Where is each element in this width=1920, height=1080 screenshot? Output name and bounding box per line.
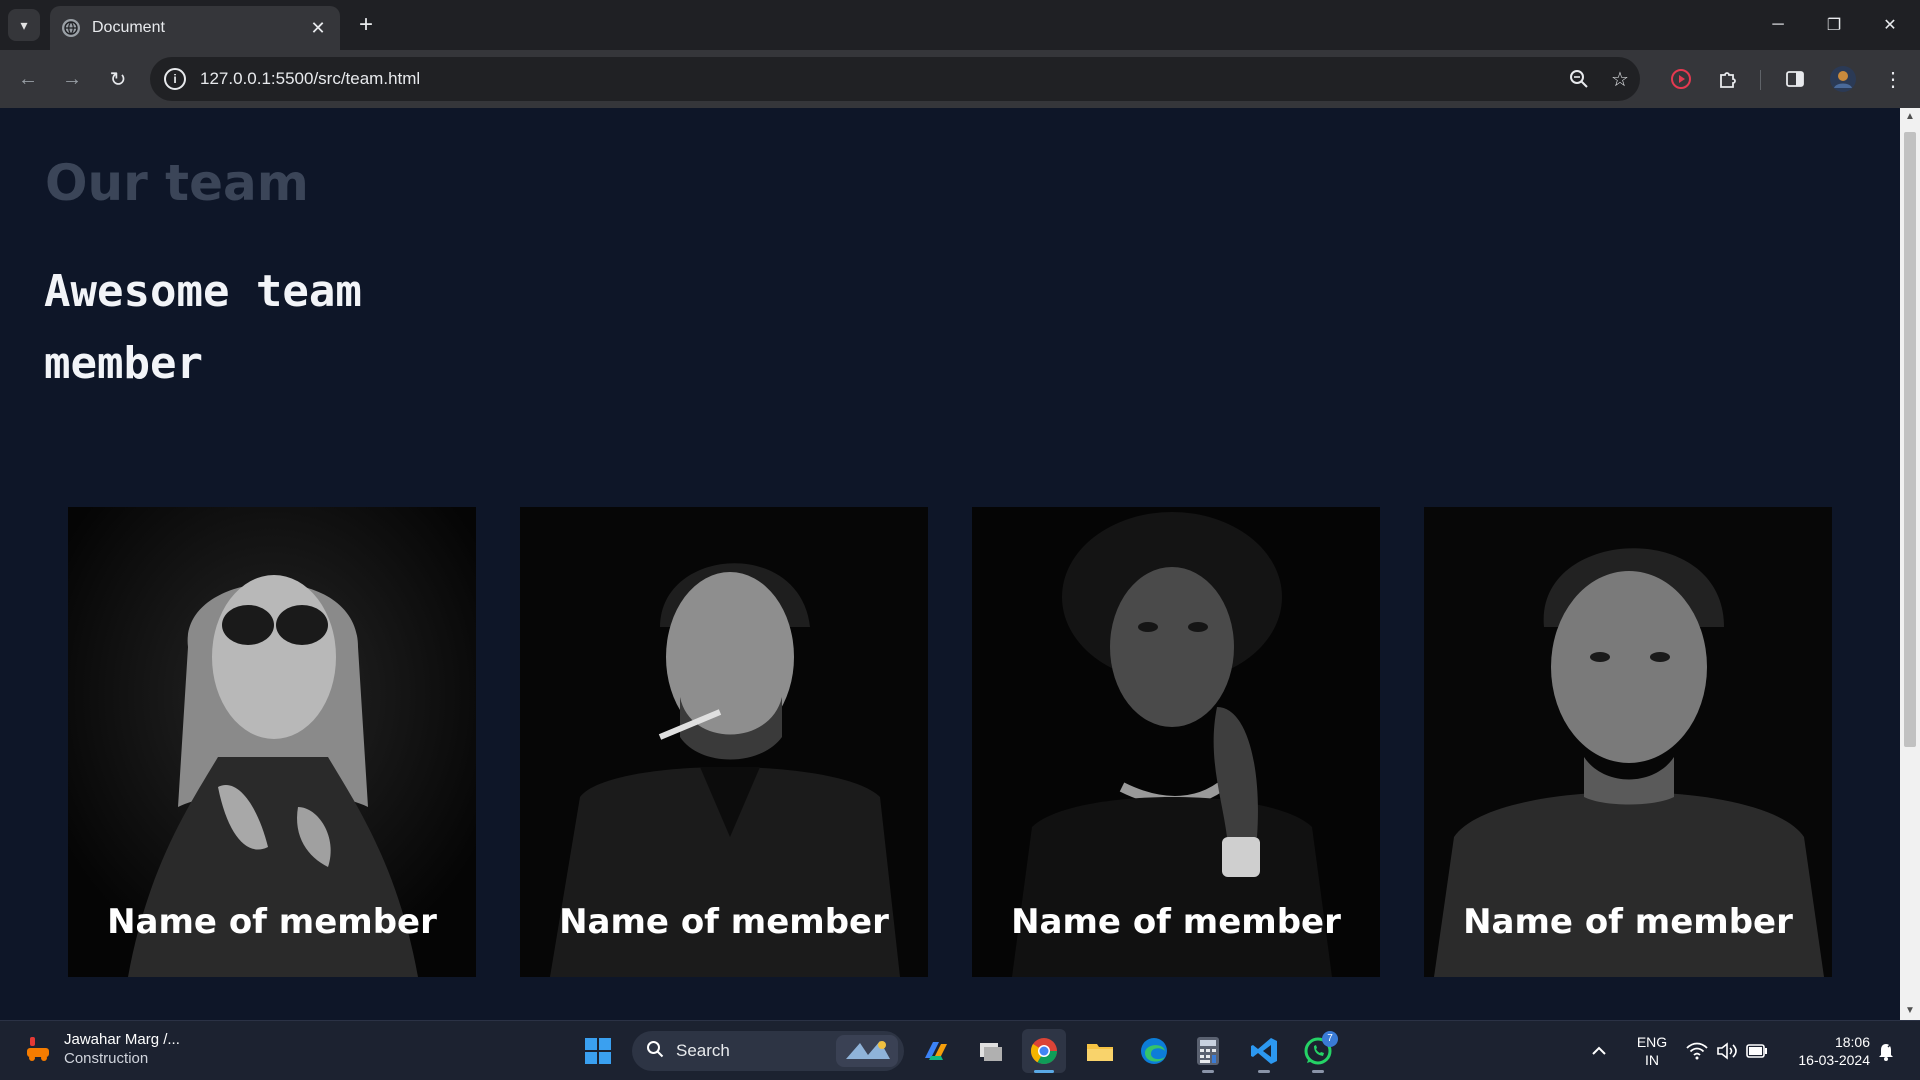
weather-location: Jawahar Marg /... bbox=[64, 1031, 180, 1048]
globe-icon bbox=[62, 19, 80, 37]
volume-icon[interactable] bbox=[1716, 1021, 1738, 1080]
language-code: ENG bbox=[1636, 1034, 1668, 1050]
search-highlight-icon bbox=[836, 1035, 898, 1067]
extensions-puzzle-icon[interactable] bbox=[1713, 64, 1743, 94]
site-info-icon[interactable]: i bbox=[164, 68, 186, 90]
vscode-icon[interactable] bbox=[1242, 1029, 1286, 1073]
traffic-warning-icon bbox=[22, 1033, 54, 1065]
browser-menu-kebab-icon[interactable]: ⋮ bbox=[1878, 64, 1908, 94]
windows-taskbar: Jawahar Marg /... Construction Search 7 … bbox=[0, 1020, 1920, 1080]
page-viewport: Our team Awesome team member Name of mem… bbox=[0, 108, 1900, 1020]
weather-widget[interactable]: Jawahar Marg /... Construction bbox=[22, 1031, 180, 1067]
forward-arrow-icon[interactable]: → bbox=[58, 65, 86, 93]
notification-bell-icon[interactable] bbox=[1876, 1021, 1896, 1080]
weather-status: Construction bbox=[64, 1050, 149, 1067]
profile-avatar[interactable] bbox=[1828, 64, 1858, 94]
calculator-icon[interactable] bbox=[1186, 1029, 1230, 1073]
tab-title: Document bbox=[92, 19, 165, 36]
scroll-down-arrow-icon[interactable]: ▼ bbox=[1900, 1002, 1920, 1020]
back-arrow-icon[interactable]: ← bbox=[14, 65, 42, 93]
file-explorer-icon[interactable] bbox=[1078, 1029, 1122, 1073]
restore-icon[interactable]: ❐ bbox=[1806, 0, 1862, 50]
page-subtitle: Awesome team member bbox=[44, 266, 362, 389]
url-text[interactable]: 127.0.0.1:5500/src/team.html bbox=[200, 69, 1640, 89]
whatsapp-icon[interactable]: 7 bbox=[1296, 1029, 1340, 1073]
zoom-magnifier-icon[interactable] bbox=[1566, 66, 1592, 92]
browser-tab-strip: ▾ Document ✕ + ─ ❐ ✕ bbox=[0, 0, 1920, 50]
new-tab-plus-icon[interactable]: + bbox=[352, 12, 380, 40]
system-clock[interactable]: 18:06 16-03-2024 bbox=[1780, 1033, 1870, 1069]
search-label: Search bbox=[676, 1041, 730, 1060]
extension-record-icon[interactable] bbox=[1666, 64, 1696, 94]
running-app-indicator bbox=[1258, 1070, 1270, 1073]
scroll-up-arrow-icon[interactable]: ▲ bbox=[1900, 108, 1920, 126]
running-app-indicator bbox=[1202, 1070, 1214, 1073]
bookmark-star-icon[interactable]: ☆ bbox=[1607, 66, 1633, 92]
page-title: Our team bbox=[45, 154, 309, 212]
page-scrollbar[interactable]: ▲ ▼ bbox=[1900, 108, 1920, 1020]
browser-tab[interactable]: Document ✕ bbox=[50, 6, 340, 50]
member-card: Name of member bbox=[520, 507, 928, 977]
reload-icon[interactable]: ↻ bbox=[104, 65, 132, 93]
copilot-icon[interactable] bbox=[914, 1029, 958, 1073]
chrome-icon[interactable] bbox=[1022, 1029, 1066, 1073]
notification-badge: 7 bbox=[1322, 1031, 1338, 1047]
browser-toolbar: ← → ↻ i 127.0.0.1:5500/src/team.html ☆ ⋮ bbox=[0, 50, 1920, 108]
battery-icon[interactable] bbox=[1746, 1021, 1768, 1080]
search-icon bbox=[646, 1040, 664, 1063]
side-panel-icon[interactable] bbox=[1780, 64, 1810, 94]
member-card: Name of member bbox=[68, 507, 476, 977]
running-app-indicator bbox=[1312, 1070, 1324, 1073]
scrollbar-thumb[interactable] bbox=[1904, 132, 1916, 747]
team-member-grid: Name of member Name of member Name of me… bbox=[0, 507, 1900, 979]
region-code: IN bbox=[1645, 1052, 1659, 1068]
clock-time: 18:06 bbox=[1834, 1034, 1870, 1050]
task-view-icon[interactable] bbox=[968, 1029, 1012, 1073]
language-indicator[interactable]: ENG IN bbox=[1632, 1033, 1672, 1069]
show-hidden-icons-chevron-icon[interactable] bbox=[1590, 1021, 1608, 1080]
member-card: Name of member bbox=[972, 507, 1380, 977]
tab-close-icon[interactable]: ✕ bbox=[308, 18, 328, 39]
member-name: Name of member bbox=[1011, 902, 1341, 942]
start-windows-icon[interactable] bbox=[576, 1029, 620, 1073]
member-name: Name of member bbox=[107, 902, 437, 942]
clock-date: 16-03-2024 bbox=[1798, 1052, 1870, 1068]
tab-search-chevron-icon[interactable]: ▾ bbox=[8, 9, 40, 41]
member-name: Name of member bbox=[559, 902, 889, 942]
member-name: Name of member bbox=[1463, 902, 1793, 942]
address-bar[interactable]: i 127.0.0.1:5500/src/team.html bbox=[150, 57, 1640, 101]
minimize-icon[interactable]: ─ bbox=[1750, 0, 1806, 50]
edge-icon[interactable] bbox=[1132, 1029, 1176, 1073]
taskbar-search-box[interactable]: Search bbox=[632, 1031, 904, 1071]
member-card: Name of member bbox=[1424, 507, 1832, 977]
wifi-icon[interactable] bbox=[1686, 1021, 1708, 1080]
window-close-icon[interactable]: ✕ bbox=[1862, 0, 1918, 50]
active-app-indicator bbox=[1034, 1070, 1054, 1073]
toolbar-divider bbox=[1760, 70, 1761, 90]
